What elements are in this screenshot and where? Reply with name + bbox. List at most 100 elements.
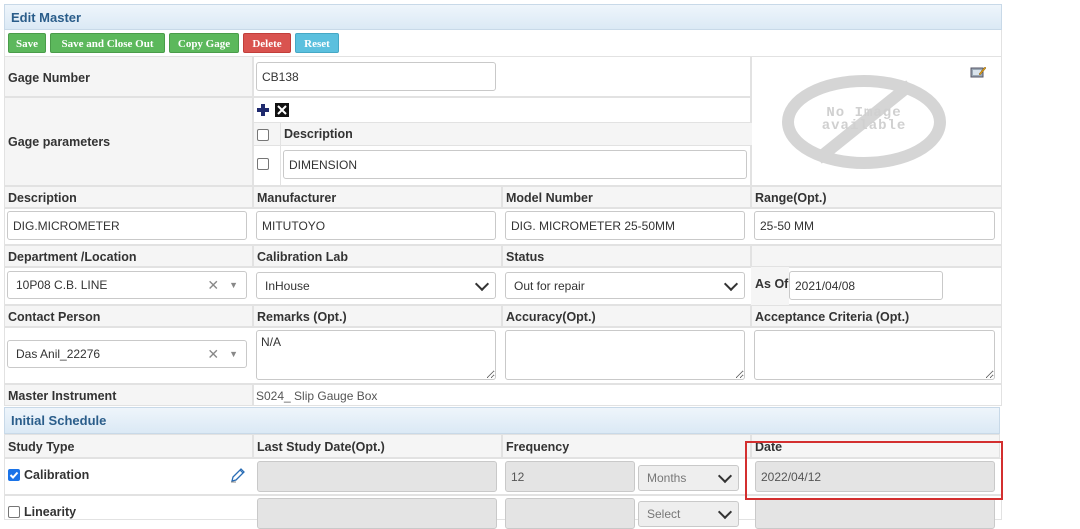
save-and-close-button[interactable]: Save and Close Out <box>50 33 165 53</box>
calibration-lab-label: Calibration Lab <box>257 250 348 264</box>
delete-button[interactable]: Delete <box>243 33 291 53</box>
status-label-cell: Status <box>502 245 751 267</box>
chevron-down-icon <box>474 276 490 291</box>
manufacturer-input[interactable]: MITUTOYO <box>256 211 496 240</box>
master-instrument-value: S024_ Slip Gauge Box <box>256 389 378 403</box>
description-input[interactable]: DIG.MICROMETER <box>7 211 247 240</box>
contact-dropdown-icon[interactable]: ▼ <box>229 349 238 359</box>
gage-number-input[interactable]: CB138 <box>256 62 496 91</box>
last-date-header-cell: Last Study Date(Opt.) <box>253 434 502 458</box>
department-label-cell: Department /Location <box>4 245 253 267</box>
manufacturer-label-cell: Manufacturer <box>253 186 502 208</box>
range-input[interactable]: 25-50 MM <box>754 211 995 240</box>
department-select[interactable]: 10P08 C.B. LINE ✕ ▼ <box>7 271 247 299</box>
gage-params-cell: Description DIMENSION <box>253 97 752 186</box>
params-divider <box>280 122 281 146</box>
add-param-icon[interactable] <box>256 103 270 117</box>
acceptance-label-cell: Acceptance Criteria (Opt.) <box>751 305 1002 327</box>
contact-label-cell: Contact Person <box>4 305 253 327</box>
remarks-label: Remarks (Opt.) <box>257 310 347 324</box>
linearity-study-label: Linearity <box>24 505 77 519</box>
params-select-all-checkbox[interactable] <box>257 129 269 141</box>
gage-number-cell: CB138 <box>253 56 751 97</box>
linearity-checkbox[interactable] <box>8 506 20 518</box>
param-row-checkbox[interactable] <box>257 158 269 170</box>
study-type-header: Study Type <box>8 440 75 454</box>
range-label: Range(Opt.) <box>755 191 827 205</box>
save-button[interactable]: Save <box>8 33 46 53</box>
manufacturer-label: Manufacturer <box>257 191 337 205</box>
model-number-label-cell: Model Number <box>502 186 751 208</box>
edit-image-icon[interactable] <box>970 65 987 79</box>
params-divider-2 <box>280 146 281 186</box>
highlight-box <box>745 441 1003 500</box>
chevron-down-icon <box>723 276 739 291</box>
status-label: Status <box>506 250 545 264</box>
linearity-last-date-input[interactable] <box>257 498 497 529</box>
calibration-lab-select[interactable]: InHouse <box>256 272 496 299</box>
acceptance-label: Acceptance Criteria (Opt.) <box>755 310 910 324</box>
copy-gage-button[interactable]: Copy Gage <box>169 33 239 53</box>
reset-button[interactable]: Reset <box>295 33 339 53</box>
panel-title: Edit Master <box>4 4 1002 30</box>
last-study-date-header: Last Study Date(Opt.) <box>257 440 385 454</box>
linearity-frequency-input[interactable] <box>505 498 635 529</box>
master-instrument-label: Master Instrument <box>8 389 117 403</box>
status-select[interactable]: Out for repair <box>505 272 745 299</box>
calibration-frequency-input[interactable]: 12 <box>505 461 635 492</box>
accuracy-label: Accuracy(Opt.) <box>506 310 596 324</box>
no-image-line2: available <box>821 118 907 134</box>
chevron-down-icon <box>717 468 733 484</box>
gage-number-label-cell: Gage Number <box>4 56 253 97</box>
master-instrument-cell: S024_ Slip Gauge Box <box>253 384 1002 406</box>
department-dropdown-icon[interactable]: ▼ <box>229 280 238 290</box>
linearity-unit-value: Select <box>647 507 681 521</box>
gage-params-label-cell: Gage parameters <box>4 97 253 186</box>
department-value: 10P08 C.B. LINE <box>16 278 108 292</box>
blank-label-cell <box>751 245 1002 267</box>
initial-schedule-title: Initial Schedule <box>4 407 1000 434</box>
remarks-textarea[interactable]: N/A <box>256 330 496 380</box>
model-number-input[interactable]: DIG. MICROMETER 25-50MM <box>505 211 745 240</box>
accuracy-label-cell: Accuracy(Opt.) <box>502 305 751 327</box>
remarks-label-cell: Remarks (Opt.) <box>253 305 502 327</box>
gage-number-label: Gage Number <box>8 71 90 85</box>
calibration-checkbox[interactable] <box>8 469 20 481</box>
clear-department-icon[interactable]: ✕ <box>207 277 219 294</box>
status-value: Out for repair <box>514 278 585 293</box>
calibration-lab-value: InHouse <box>265 278 310 293</box>
as-of-label-cell: As Of <box>751 267 789 305</box>
contact-person-select[interactable]: Das Anil_22276 ✕ ▼ <box>7 340 247 368</box>
chevron-down-icon <box>717 504 733 520</box>
contact-person-label: Contact Person <box>8 310 101 324</box>
calibration-study-label: Calibration <box>24 468 90 482</box>
master-instrument-label-cell: Master Instrument <box>4 384 253 406</box>
image-cell: No Image available <box>751 56 1002 186</box>
clear-contact-icon[interactable]: ✕ <box>207 346 219 363</box>
param-description-input[interactable]: DIMENSION <box>283 150 747 179</box>
department-label: Department /Location <box>8 250 137 264</box>
edit-study-icon[interactable] <box>230 467 246 483</box>
no-image-text: No Image available <box>798 106 930 134</box>
calibration-frequency-unit-select[interactable]: Months <box>638 465 739 491</box>
calibration-last-date-input[interactable] <box>257 461 497 492</box>
study-type-header-cell: Study Type <box>4 434 253 458</box>
as-of-label: As Of <box>755 277 789 291</box>
range-label-cell: Range(Opt.) <box>751 186 1002 208</box>
frequency-header: Frequency <box>506 440 570 454</box>
contact-person-value: Das Anil_22276 <box>16 347 101 361</box>
description-label-cell: Description <box>4 186 253 208</box>
accuracy-textarea[interactable] <box>505 330 745 380</box>
linearity-frequency-unit-select[interactable]: Select <box>638 501 739 527</box>
description-label: Description <box>8 191 77 205</box>
acceptance-textarea[interactable] <box>754 330 995 380</box>
gage-params-label: Gage parameters <box>8 135 111 149</box>
params-header-row: Description <box>254 122 752 146</box>
frequency-unit-value: Months <box>647 471 687 485</box>
remove-param-icon[interactable] <box>275 103 289 117</box>
frequency-header-cell: Frequency <box>502 434 751 458</box>
linearity-date-input[interactable] <box>755 498 995 529</box>
params-description-header: Description <box>284 127 353 141</box>
as-of-date-input[interactable]: 2021/04/08 <box>789 271 943 300</box>
model-number-label: Model Number <box>506 191 593 205</box>
